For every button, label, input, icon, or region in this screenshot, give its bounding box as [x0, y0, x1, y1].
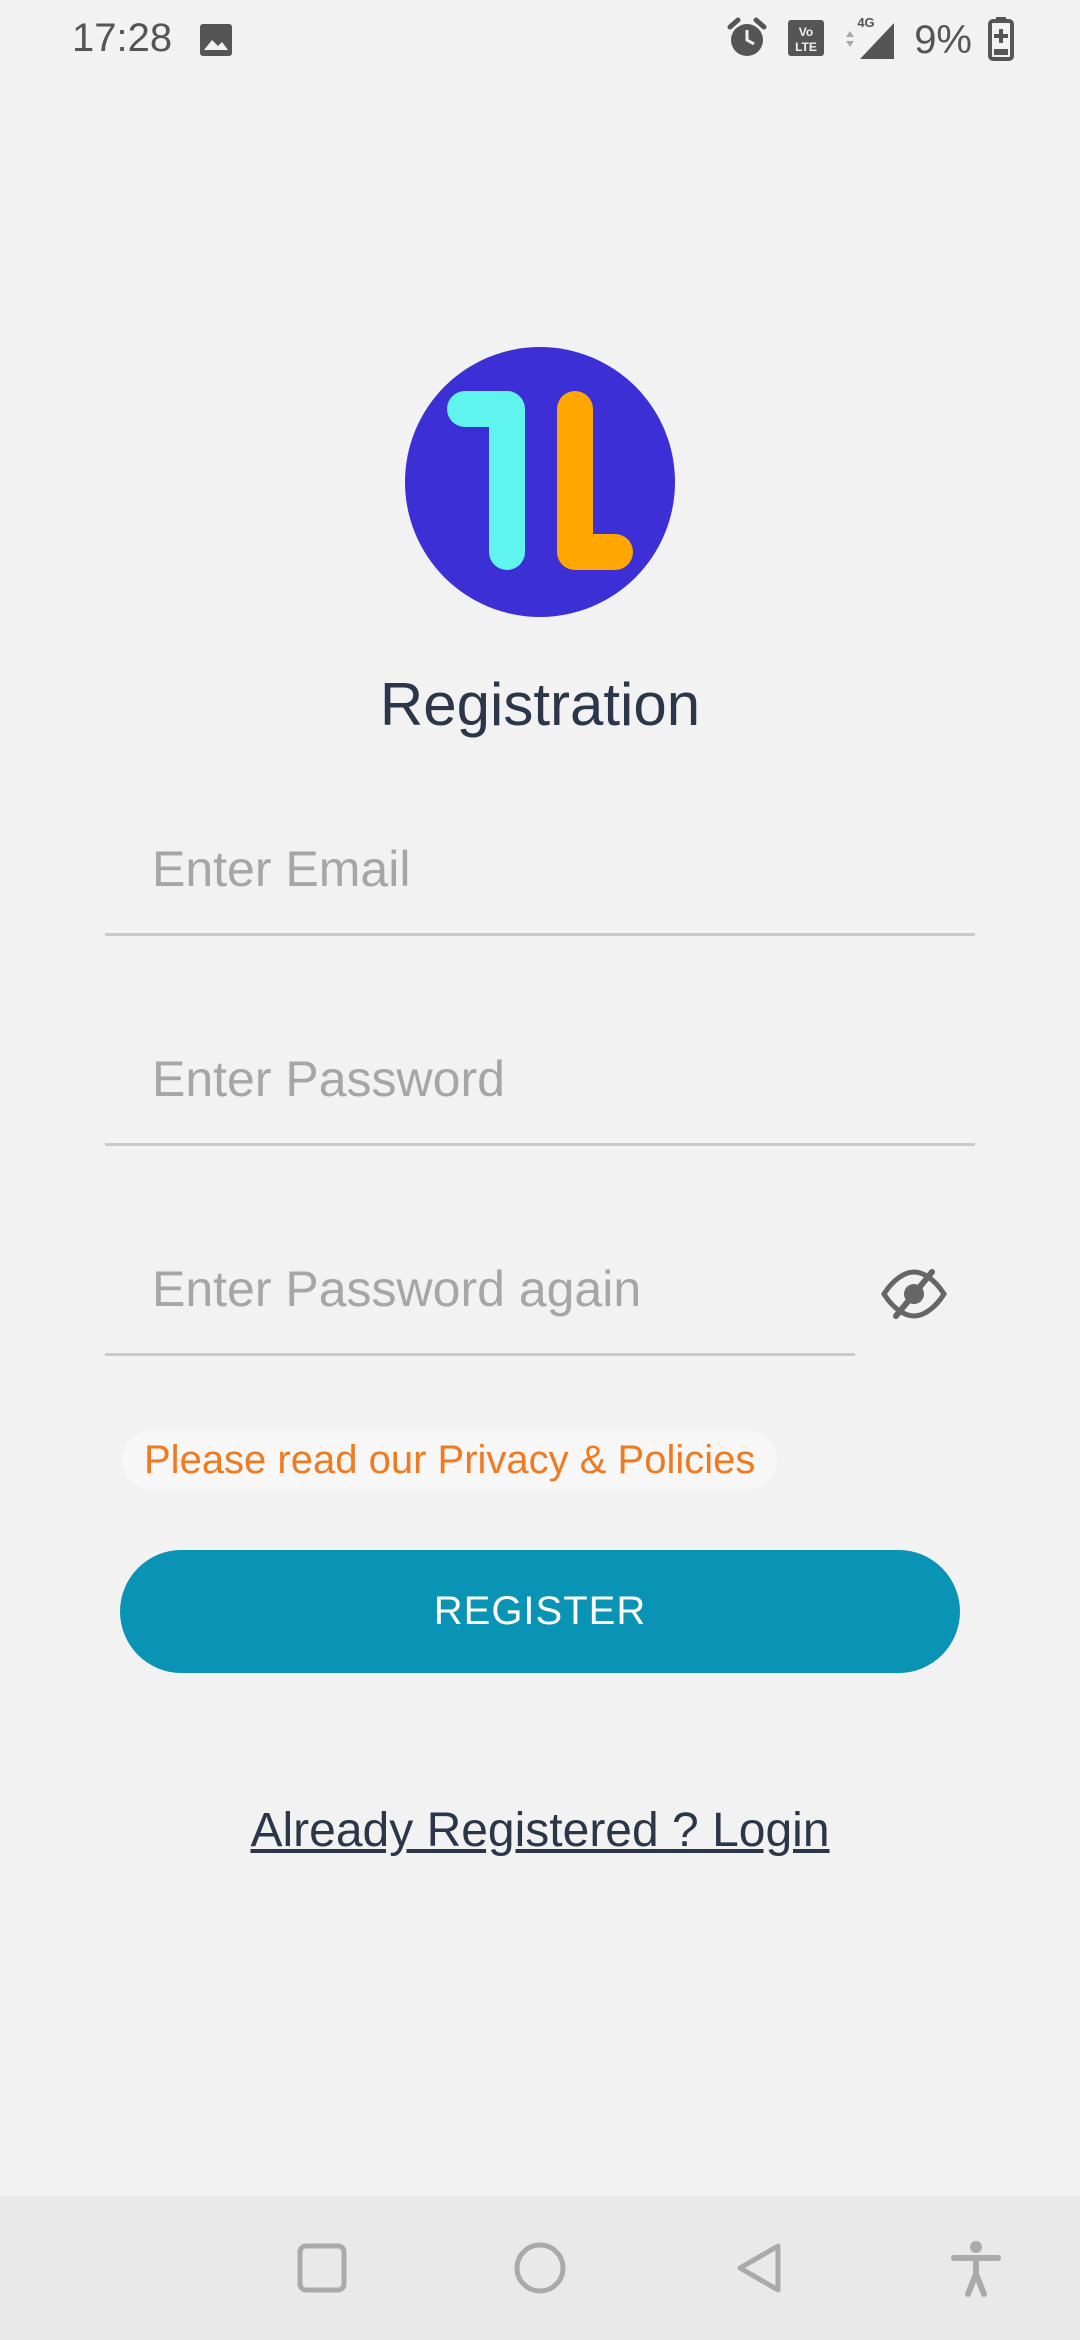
register-button[interactable]: REGISTER — [120, 1550, 960, 1673]
accessibility-icon[interactable] — [946, 2238, 1006, 2298]
battery-percent: 9% — [914, 17, 972, 62]
navigation-bar — [0, 2196, 1080, 2340]
recents-square-icon[interactable] — [292, 2238, 352, 2298]
battery-charging-icon — [988, 15, 1014, 66]
login-link[interactable]: Already Registered ? Login — [0, 1803, 1080, 1858]
home-circle-icon[interactable] — [510, 2238, 570, 2298]
svg-text:4G: 4G — [858, 15, 875, 30]
password-again-field[interactable] — [105, 1243, 855, 1356]
status-bar: 17:28 Vo LTE 4G 9% — [0, 0, 1080, 80]
app-logo-icon — [405, 347, 675, 617]
privacy-policy-link[interactable]: Please read our Privacy & Policies — [122, 1430, 778, 1490]
email-input[interactable] — [150, 823, 964, 915]
back-triangle-icon[interactable] — [730, 2238, 790, 2298]
password-input[interactable] — [150, 1033, 964, 1125]
eye-off-icon[interactable] — [880, 1266, 948, 1322]
page-title: Registration — [379, 671, 701, 738]
volte-icon: Vo LTE — [786, 18, 826, 63]
alarm-icon — [724, 15, 770, 66]
email-field[interactable] — [105, 823, 975, 936]
status-time: 17:28 — [72, 16, 173, 60]
signal-icon: 4G — [842, 15, 898, 66]
password-field[interactable] — [105, 1033, 975, 1146]
svg-text:LTE: LTE — [795, 40, 817, 54]
password-again-input[interactable] — [150, 1243, 844, 1335]
status-icons: Vo LTE 4G 9% — [724, 14, 1014, 66]
gallery-icon — [198, 22, 234, 58]
svg-text:Vo: Vo — [799, 25, 813, 39]
